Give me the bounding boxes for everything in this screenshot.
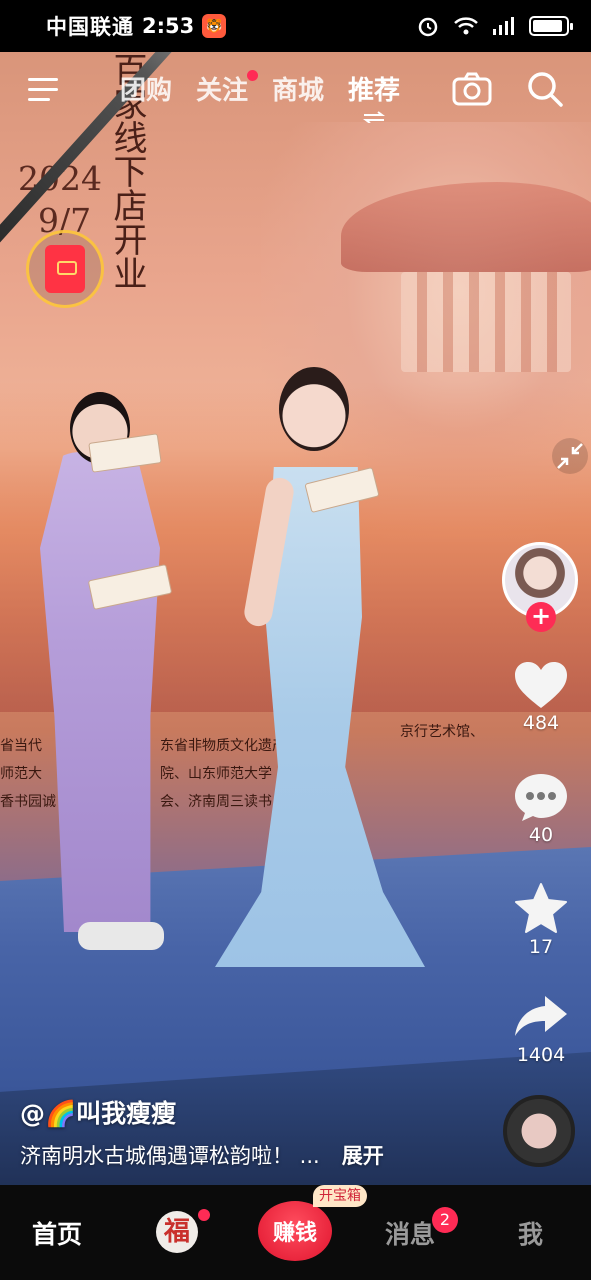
caption-text: 济南明水古城偶遇谭松韵啦！ ... — [20, 1144, 320, 1168]
status-time: 2:53 — [142, 14, 195, 38]
tab-recommended[interactable]: 推荐 — [348, 70, 401, 123]
red-envelope-button[interactable] — [26, 230, 104, 308]
guest-figure — [215, 367, 425, 967]
earn-button[interactable]: 赚钱 — [258, 1201, 332, 1261]
nav-me[interactable]: 我 — [518, 1215, 543, 1251]
bottom-nav: 首页 福 赚钱 开宝箱 消息 2 我 — [0, 1185, 591, 1280]
host-shoes — [78, 922, 164, 950]
signal-icon — [493, 17, 514, 35]
wifi-icon — [454, 17, 478, 35]
like-count: 484 — [522, 712, 560, 734]
messages-badge: 2 — [432, 1207, 458, 1233]
backdrop-columns — [401, 272, 571, 372]
carrier-name: 中国联通 — [46, 15, 134, 39]
like-button[interactable]: 484 — [500, 660, 582, 734]
collapse-arrows-icon[interactable] — [552, 438, 588, 474]
follow-plus-button[interactable]: + — [526, 602, 556, 632]
favorite-count: 17 — [528, 936, 554, 958]
treasure-box-tag[interactable]: 开宝箱 — [313, 1185, 367, 1207]
guest-dress — [215, 467, 425, 967]
tab-recommended-label: 推荐 — [348, 76, 401, 106]
comment-icon — [515, 774, 567, 821]
music-disc-icon[interactable] — [503, 1095, 575, 1167]
battery-icon — [529, 16, 573, 36]
share-count: 1404 — [516, 1044, 566, 1066]
nav-messages[interactable]: 消息 — [385, 1215, 435, 1251]
status-icons — [415, 15, 573, 37]
author-name[interactable]: @🌈叫我瘦瘦 — [20, 1094, 176, 1130]
fortune-dot — [198, 1209, 210, 1221]
heart-icon — [515, 662, 567, 708]
status-bar: 中国联通 2:53 🐯 — [0, 0, 591, 52]
nav-tabs: 团购 关注 商城 推荐 — [120, 70, 401, 123]
comment-button[interactable]: 40 — [500, 772, 582, 846]
tab-following-dot — [247, 70, 259, 81]
tab-following-label: 关注 — [196, 76, 249, 106]
alarm-icon — [418, 17, 438, 37]
top-nav: 团购 关注 商城 推荐 — [0, 62, 591, 123]
guest-head — [279, 367, 349, 451]
nav-home[interactable]: 首页 — [32, 1215, 82, 1251]
app-notification-icon: 🐯 — [202, 14, 227, 38]
host-figure — [30, 392, 173, 952]
share-button[interactable]: 1404 — [500, 992, 582, 1066]
camera-icon[interactable] — [452, 72, 492, 106]
host-dress — [40, 452, 160, 932]
menu-icon[interactable] — [28, 76, 62, 104]
comment-count: 40 — [528, 824, 554, 846]
red-envelope-icon — [45, 245, 85, 293]
refresh-arrows-icon — [363, 111, 386, 123]
tab-following[interactable]: 关注 — [196, 70, 259, 107]
search-icon[interactable] — [526, 70, 564, 108]
star-icon — [515, 883, 567, 933]
tab-mall[interactable]: 商城 — [272, 70, 324, 107]
earn-label: 赚钱 — [272, 1221, 317, 1246]
expand-caption-button[interactable]: 展开 — [342, 1140, 384, 1170]
share-arrow-icon — [515, 996, 567, 1036]
tab-group-buy[interactable]: 团购 — [120, 70, 172, 107]
fortune-icon[interactable]: 福 — [156, 1211, 198, 1253]
video-caption: 济南明水古城偶遇谭松韵啦！ ... 展开 — [20, 1140, 384, 1170]
favorite-button[interactable]: 17 — [500, 882, 582, 958]
